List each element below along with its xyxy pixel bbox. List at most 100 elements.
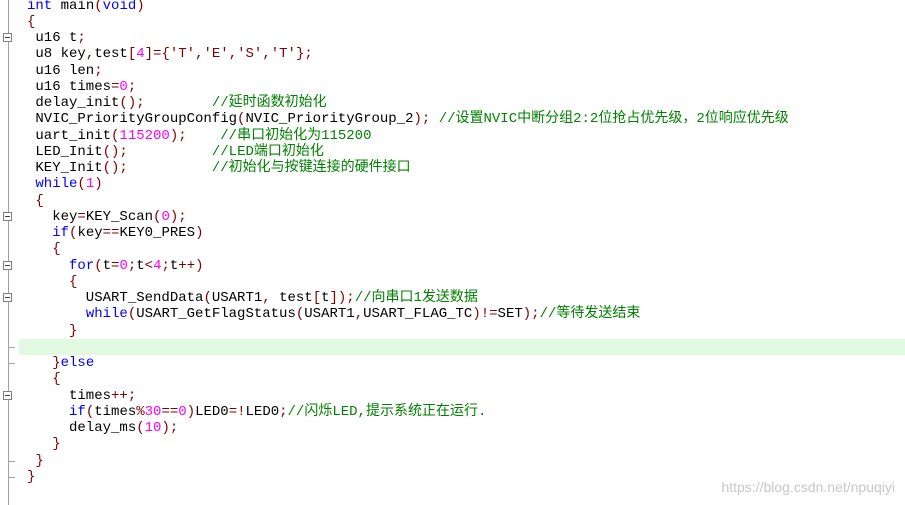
- code-editor[interactable]: int main(void){ u16 t; u8 key,test[4]={'…: [19, 0, 905, 485]
- code-line[interactable]: USART_SendData(USART1, test[t]);//向串口1发送…: [27, 290, 905, 306]
- fold-collapse-icon[interactable]: [3, 293, 12, 302]
- code-token: 0: [119, 78, 128, 95]
- code-token: while: [35, 176, 78, 193]
- code-token: USART1: [304, 306, 355, 323]
- code-line[interactable]: u16 t;: [27, 30, 905, 46]
- code-line[interactable]: while(1): [27, 176, 905, 192]
- code-token: ]={: [144, 46, 170, 63]
- code-token: );: [161, 420, 179, 436]
- code-token: {: [35, 192, 44, 209]
- code-token: [: [312, 290, 322, 306]
- code-line[interactable]: u16 len;: [27, 63, 905, 79]
- code-token: ;: [77, 30, 86, 46]
- code-line[interactable]: key=KEY_Scan(0);: [27, 209, 905, 225]
- code-line[interactable]: }: [27, 453, 905, 469]
- code-line[interactable]: {: [27, 241, 905, 257]
- code-token: 4: [136, 46, 145, 63]
- code-token: 'E': [203, 46, 229, 63]
- code-token: ++;: [111, 387, 137, 404]
- code-token: {: [52, 241, 61, 258]
- code-line[interactable]: {: [27, 14, 905, 30]
- code-token: if: [69, 403, 86, 420]
- fold-collapse-icon[interactable]: [3, 211, 12, 221]
- code-line[interactable]: while(USART_GetFlagStatus(USART1,USART_F…: [27, 306, 905, 322]
- code-token: uart_init: [27, 127, 112, 144]
- code-token: ++): [178, 257, 204, 274]
- code-token: KEY0_PRES: [119, 225, 196, 241]
- fold-collapse-icon[interactable]: [3, 33, 12, 42]
- code-line[interactable]: int main(void): [27, 0, 905, 14]
- code-token: {: [27, 13, 36, 30]
- code-token: 'T': [270, 46, 296, 63]
- code-line[interactable]: if(times%30==0)LED0=!LED0;//闪烁LED,提示系统正在…: [27, 404, 905, 420]
- code-token: ==: [161, 403, 179, 420]
- code-line[interactable]: KEY_Init(); //初始化与按键连接的硬件接口: [27, 160, 905, 176]
- code-token: int: [27, 0, 53, 14]
- code-line[interactable]: for(t=0;t<4;t++): [27, 258, 905, 274]
- code-token: u16 len: [27, 62, 95, 79]
- code-line[interactable]: [19, 338, 905, 355]
- code-line[interactable]: }: [27, 436, 905, 452]
- code-token: ;: [94, 62, 103, 79]
- code-token: 1: [85, 176, 95, 193]
- code-token: (: [94, 257, 103, 274]
- code-line[interactable]: delay_ms(10);: [27, 420, 905, 436]
- code-line[interactable]: times++;: [27, 388, 905, 404]
- code-line[interactable]: u16 times=0;: [27, 79, 905, 95]
- code-token: for: [69, 257, 95, 274]
- code-token: //向串口1发送数据: [354, 290, 478, 306]
- code-line[interactable]: }: [27, 323, 905, 339]
- code-token: ): [136, 0, 145, 14]
- code-token: }: [27, 468, 36, 485]
- code-line[interactable]: u8 key,test[4]={'T','E','S','T'};: [27, 46, 905, 62]
- code-token: ;: [127, 257, 137, 274]
- code-token: );: [169, 208, 187, 225]
- code-line[interactable]: NVIC_PriorityGroupConfig(NVIC_PriorityGr…: [27, 111, 905, 127]
- code-token: ==: [102, 225, 120, 241]
- code-token: ();: [119, 95, 145, 111]
- code-token: t: [102, 257, 112, 274]
- code-token: u16 times: [27, 78, 112, 95]
- code-token: ,: [228, 46, 238, 63]
- code-line[interactable]: LED_Init(); //LED端口初始化: [27, 144, 905, 160]
- code-token: t: [136, 257, 145, 274]
- code-line[interactable]: }else: [27, 355, 905, 371]
- watermark: https://blog.csdn.net/npuqiyi: [721, 479, 895, 495]
- code-token: );: [413, 111, 431, 128]
- code-token: void: [102, 0, 137, 14]
- code-token: delay_init: [27, 95, 120, 111]
- code-token: 0: [178, 403, 187, 420]
- code-line[interactable]: uart_init(115200); //串口初始化为115200: [27, 128, 905, 144]
- code-token: {: [52, 371, 61, 388]
- code-line[interactable]: {: [27, 274, 905, 290]
- code-line[interactable]: {: [27, 193, 905, 209]
- fold-collapse-icon[interactable]: [3, 260, 12, 270]
- code-token: );: [522, 306, 540, 323]
- code-token: 0: [161, 208, 170, 225]
- code-token: t: [321, 290, 330, 306]
- code-token: USART1: [211, 290, 263, 306]
- fold-collapse-icon[interactable]: [3, 390, 12, 400]
- fold-end-marker: [8, 476, 15, 478]
- code-token: ,: [85, 46, 95, 63]
- code-token: ): [195, 225, 204, 241]
- code-token: }: [52, 436, 61, 453]
- code-line[interactable]: {: [27, 371, 905, 387]
- code-line[interactable]: delay_init(); //延时函数初始化: [27, 95, 905, 111]
- code-token: NVIC_PriorityGroup_2: [245, 111, 414, 128]
- code-token: %: [136, 403, 145, 420]
- code-line[interactable]: if(key==KEY0_PRES): [27, 225, 905, 241]
- code-token: 10: [144, 420, 162, 436]
- code-token: key: [27, 208, 78, 225]
- code-token: ): [186, 403, 196, 420]
- code-token: else: [60, 355, 95, 371]
